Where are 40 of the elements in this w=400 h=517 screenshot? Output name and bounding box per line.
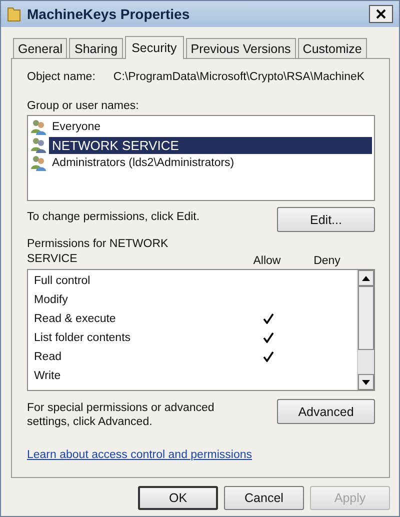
group-list-label: Group or user names: bbox=[27, 100, 140, 112]
help-link[interactable]: Learn about access control and permissions bbox=[27, 449, 252, 461]
scroll-up-button[interactable] bbox=[358, 270, 374, 286]
permission-name: Read bbox=[34, 350, 62, 362]
allow-header: Allow bbox=[252, 255, 282, 267]
users-icon bbox=[30, 155, 48, 171]
edit-hint: To change permissions, click Edit. bbox=[27, 211, 200, 223]
advanced-hint: For special permissions or advanced settings, click Advanced. bbox=[27, 401, 216, 429]
scrollbar[interactable] bbox=[357, 270, 374, 390]
permission-name: Full control bbox=[34, 274, 92, 286]
permission-name: List folder contents bbox=[34, 332, 132, 344]
deny-header: Deny bbox=[312, 255, 342, 267]
permission-name: Read & execute bbox=[34, 312, 117, 324]
group-list-item[interactable]: NETWORK SERVICE bbox=[49, 136, 372, 154]
tab[interactable]: Previous Versions bbox=[186, 38, 296, 58]
tab[interactable]: Customize bbox=[298, 38, 367, 58]
permission-name: Modify bbox=[34, 294, 69, 306]
window-title: MachineKeys Properties bbox=[27, 6, 191, 22]
close-icon bbox=[376, 9, 386, 19]
scroll-down-button[interactable] bbox=[358, 374, 374, 390]
object-name-label: Object name: bbox=[27, 71, 96, 83]
down-arrow-icon bbox=[362, 380, 370, 384]
object-name-value: C:\ProgramData\Microsoft\Crypto\RSA\MachineK bbox=[113, 71, 365, 83]
tab[interactable]: Security bbox=[124, 36, 184, 59]
group-list-item[interactable]: Administrators (lds2\Administrators) bbox=[49, 156, 238, 170]
dialog-button[interactable]: Cancel bbox=[224, 486, 304, 510]
permissions-label: Permissions for NETWORK SERVICE bbox=[27, 237, 170, 267]
group-list-item[interactable]: Everyone bbox=[49, 120, 104, 134]
edit-button[interactable]: Edit... bbox=[277, 207, 375, 232]
dialog-button[interactable]: OK bbox=[138, 486, 218, 510]
tab[interactable]: General bbox=[13, 38, 68, 58]
users-icon bbox=[30, 119, 48, 135]
scroll-thumb[interactable] bbox=[358, 286, 374, 350]
up-arrow-icon bbox=[362, 276, 370, 280]
tab[interactable]: Sharing bbox=[69, 38, 123, 58]
users-icon bbox=[30, 137, 48, 153]
advanced-button[interactable]: Advanced bbox=[277, 399, 375, 424]
close-button[interactable] bbox=[369, 5, 393, 23]
permission-name: Write bbox=[34, 370, 62, 382]
folder-icon bbox=[7, 6, 21, 22]
